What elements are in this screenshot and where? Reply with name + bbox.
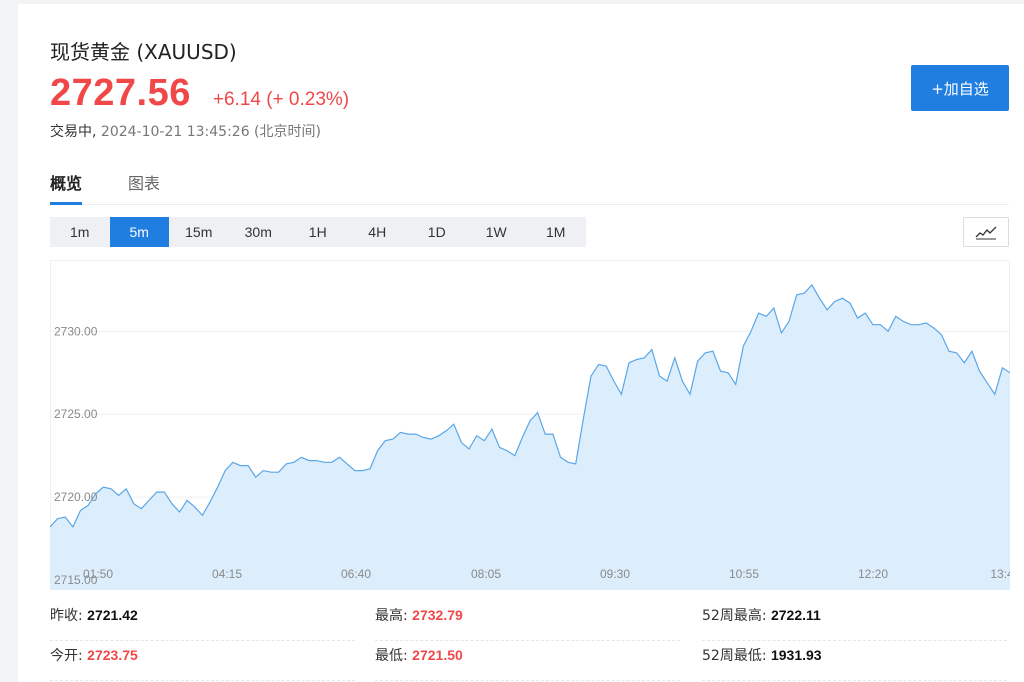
interval-selector: 1m 5m 15m 30m 1H 4H 1D 1W 1M: [50, 217, 586, 247]
open-value: 2723.75: [87, 647, 138, 663]
tab-overview[interactable]: 概览: [50, 170, 83, 205]
y-tick-label: 2725.00: [54, 407, 98, 421]
price-change: +6.14 (+ 0.23%): [212, 89, 350, 110]
x-tick-label: 01:50: [83, 567, 113, 581]
price-area: [50, 284, 1010, 590]
line-chart-icon: [975, 226, 997, 240]
week52-low-value: 1931.93: [770, 647, 822, 663]
low-value: 2721.50: [412, 647, 463, 663]
update-timestamp: 2024-10-21 13:45:26 (北京时间): [100, 124, 321, 140]
instrument-title: 现货黄金 (XAUUSD): [50, 40, 237, 64]
interval-15m[interactable]: 15m: [169, 217, 229, 247]
stat-prev-close: 昨收: 2721.42: [50, 600, 355, 641]
prev-close-value: 2721.42: [87, 607, 138, 623]
interval-1mo[interactable]: 1M: [526, 217, 586, 247]
y-tick-label: 2720.00: [54, 490, 98, 504]
chart-type-button[interactable]: [963, 217, 1009, 247]
x-tick-label: 10:55: [729, 567, 759, 581]
tab-chart[interactable]: 图表: [128, 170, 160, 202]
week52-high-label: 52周最高:: [702, 608, 767, 624]
x-tick-label: 08:05: [471, 567, 501, 581]
trading-status-label: 交易中,: [50, 124, 97, 140]
week52-high-value: 2722.11: [770, 607, 821, 623]
price-row: 2727.56 +6.14 (+ 0.23%): [50, 72, 349, 118]
interval-5m[interactable]: 5m: [109, 217, 169, 247]
x-tick-label: 06:40: [341, 567, 371, 581]
stat-52w-low: 52周最低: 1931.93: [702, 640, 1007, 681]
interval-30m[interactable]: 30m: [229, 217, 289, 247]
interval-4h[interactable]: 4H: [348, 217, 408, 247]
top-divider: [18, 0, 1024, 4]
x-tick-label: 13:4: [990, 567, 1010, 581]
open-label: 今开:: [50, 648, 83, 664]
stat-low: 最低: 2721.50: [375, 640, 680, 681]
stats-panel: 昨收: 2721.42 最高: 2732.79 52周最高: 2722.11 今…: [50, 600, 1010, 681]
y-tick-label: 2730.00: [54, 324, 98, 338]
left-rail: [0, 0, 18, 682]
add-watchlist-button[interactable]: +加自选: [911, 65, 1009, 111]
week52-low-label: 52周最低:: [702, 648, 767, 664]
prev-close-label: 昨收:: [50, 608, 83, 624]
stat-52w-high: 52周最高: 2722.11: [702, 600, 1007, 641]
interval-1m[interactable]: 1m: [50, 217, 110, 247]
low-label: 最低:: [375, 648, 408, 664]
interval-1d[interactable]: 1D: [407, 217, 467, 247]
x-tick-label: 12:20: [858, 567, 888, 581]
stat-open: 今开: 2723.75: [50, 640, 355, 681]
tab-bar: 概览 图表: [50, 168, 1009, 205]
trading-status: 交易中, 2024-10-21 13:45:26 (北京时间): [50, 121, 321, 141]
interval-1h[interactable]: 1H: [288, 217, 348, 247]
last-price: 2727.56: [50, 72, 191, 114]
high-value: 2732.79: [412, 607, 463, 623]
x-tick-label: 04:15: [212, 567, 242, 581]
x-tick-label: 09:30: [600, 567, 630, 581]
stat-high: 最高: 2732.79: [375, 600, 680, 641]
price-chart[interactable]: 2715.002720.002725.002730.00 01:50 04:15 0…: [50, 260, 1010, 590]
interval-1w[interactable]: 1W: [467, 217, 527, 247]
high-label: 最高:: [375, 608, 408, 624]
